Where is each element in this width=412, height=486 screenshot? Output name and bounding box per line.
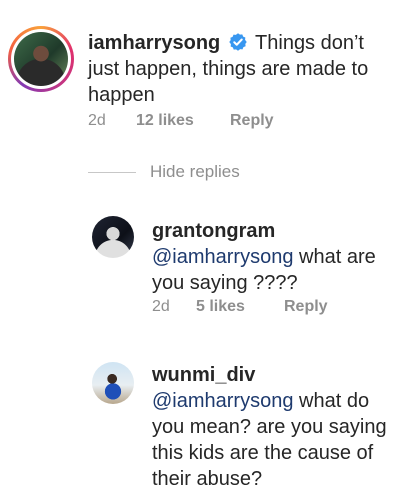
reply-meta: 2d 5 likes Reply — [152, 298, 328, 316]
reply-username[interactable]: wunmi_div — [152, 364, 255, 386]
comment-item: iamharrysong Things don’t just happen, t… — [0, 0, 412, 150]
hide-replies-button[interactable]: Hide replies — [88, 162, 240, 182]
reply-button[interactable]: Reply — [284, 298, 328, 316]
verified-badge-icon — [229, 33, 247, 51]
likes-count[interactable]: 12 likes — [136, 112, 230, 130]
reply-body: wunmi_div @iamharrysong what do you mean… — [152, 362, 402, 486]
divider-line — [88, 171, 136, 173]
avatar[interactable] — [92, 362, 134, 404]
reply-body: grantongram @iamharrysong what are you s… — [152, 218, 402, 296]
reply-button[interactable]: Reply — [230, 112, 274, 130]
comment-username[interactable]: iamharrysong — [88, 32, 220, 54]
avatar[interactable] — [14, 32, 68, 86]
reply-username[interactable]: grantongram — [152, 220, 275, 242]
comment-time: 2d — [88, 112, 106, 129]
hide-replies-label: Hide replies — [150, 162, 240, 181]
avatar-frame — [11, 29, 71, 89]
likes-count[interactable]: 5 likes — [196, 298, 284, 316]
avatar[interactable] — [92, 216, 134, 258]
mention-link[interactable]: @iamharrysong — [152, 246, 293, 268]
comment-body: iamharrysong Things don’t just happen, t… — [88, 30, 398, 108]
reply-time: 2d — [152, 298, 170, 315]
mention-link[interactable]: @iamharrysong — [152, 390, 293, 412]
comment-meta: 2d 12 likes Reply — [88, 112, 274, 130]
story-ring[interactable] — [8, 26, 74, 92]
